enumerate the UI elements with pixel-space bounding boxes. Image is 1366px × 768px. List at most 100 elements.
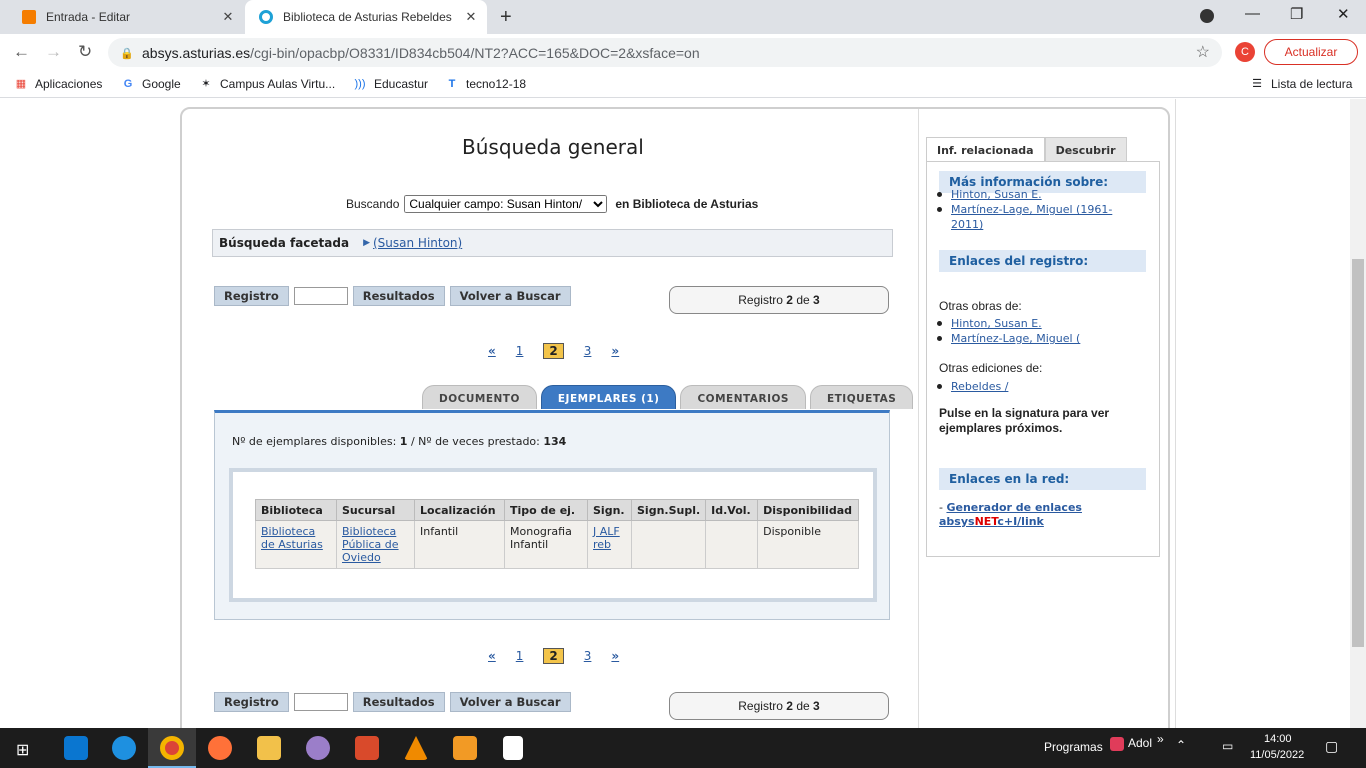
windows-start-icon[interactable]: ⊞ <box>16 740 29 760</box>
record-counter: Registro 2 de 3 <box>669 692 889 720</box>
tab-comentarios[interactable]: COMENTARIOS <box>680 385 806 409</box>
facet-link[interactable]: (Susan Hinton) <box>373 236 462 250</box>
author-link[interactable]: Hinton, Susan E. <box>951 317 1042 330</box>
pager-page-3[interactable]: 3 <box>584 649 592 663</box>
pager-first[interactable]: « <box>488 344 496 358</box>
scrollbar-thumb[interactable] <box>1352 259 1364 647</box>
registro-input[interactable] <box>293 693 348 711</box>
bookmark-apps[interactable]: ▦ Aplicaciones <box>15 77 103 91</box>
translator-link[interactable]: Martínez-Lage, Miguel (1961-2011) <box>951 203 1112 231</box>
edition-link[interactable]: Rebeldes / <box>951 380 1008 393</box>
tab-strip: Entrada - Editar ✕ Biblioteca de Asturia… <box>0 0 1366 34</box>
new-tab-icon[interactable]: + <box>500 6 512 29</box>
pager-page-3[interactable]: 3 <box>584 344 592 358</box>
chevron-up-icon[interactable]: ⌃ <box>1176 738 1186 752</box>
bookmark-tecno[interactable]: Ttecno12-18 <box>446 77 526 91</box>
edge-icon[interactable] <box>64 736 88 760</box>
col-sign-supl: Sign.Supl. <box>630 499 707 521</box>
copies-table: Biblioteca Sucursal Localización Tipo de… <box>255 499 860 569</box>
ie-icon[interactable] <box>112 736 136 760</box>
registro-input[interactable] <box>293 287 348 305</box>
tab-etiquetas[interactable]: ETIQUETAS <box>809 385 914 409</box>
pager-first[interactable]: « <box>488 649 496 663</box>
reading-list[interactable]: ☰ Lista de lectura <box>1251 77 1352 91</box>
update-button[interactable]: Actualizar <box>1264 39 1358 65</box>
taskbar: ⊞ Programas Adol » ⌃ ▭ 14:00 11/05/2022 … <box>0 728 1366 768</box>
bookmark-star-icon[interactable]: ☆ <box>1196 42 1210 62</box>
tab-biblioteca[interactable]: Biblioteca de Asturias Rebeldes ✕ <box>245 0 487 34</box>
window-close-icon[interactable]: ✕ <box>1337 5 1350 23</box>
forward-icon[interactable]: → <box>45 42 62 62</box>
pager-last[interactable]: » <box>611 649 619 663</box>
faceted-search-bar: Búsqueda facetada ▶ (Susan Hinton) <box>212 229 893 257</box>
app-icon[interactable] <box>355 736 379 760</box>
available-count: 1 <box>399 435 408 448</box>
volver-buscar-button[interactable]: Volver a Buscar <box>449 286 571 306</box>
adol-label[interactable]: Adol <box>1128 736 1152 750</box>
clock-date[interactable]: 11/05/2022 <box>1250 749 1304 761</box>
media-player-icon[interactable] <box>453 736 477 760</box>
signatura-link[interactable]: J ALF reb <box>593 525 620 551</box>
chrome-icon[interactable] <box>160 736 184 760</box>
vlc-icon[interactable] <box>404 736 428 760</box>
table-header-row: Biblioteca Sucursal Localización Tipo de… <box>255 499 860 521</box>
bookmark-educastur[interactable]: ))) Educastur <box>354 77 429 91</box>
biblioteca-link[interactable]: Biblioteca de Asturias <box>261 525 323 551</box>
close-icon[interactable]: ✕ <box>463 9 479 25</box>
adol-icon[interactable] <box>1110 737 1124 751</box>
pager-last[interactable]: » <box>611 344 619 358</box>
tab-descubrir[interactable]: Descubrir <box>1044 137 1127 161</box>
registro-button[interactable]: Registro <box>214 692 289 712</box>
back-icon[interactable]: ← <box>13 42 30 62</box>
facet-label: Búsqueda facetada <box>219 236 350 250</box>
calculator-icon[interactable] <box>503 736 523 760</box>
search-row: Buscando Cualquier campo: Susan Hinton/ … <box>346 195 758 213</box>
minimize-icon[interactable]: — <box>1245 5 1260 22</box>
file-explorer-icon[interactable] <box>257 736 281 760</box>
resultados-button[interactable]: Resultados <box>352 286 445 306</box>
educastur-icon: ))) <box>354 78 366 90</box>
bookmark-google[interactable]: G Google <box>122 77 181 91</box>
campus-icon: ✶ <box>201 78 211 90</box>
network-icon[interactable]: ▭ <box>1222 739 1233 753</box>
cell-sign-supl <box>630 520 707 569</box>
sidebar-tabs: Inf. relacionada Descubrir <box>926 137 1127 161</box>
tab-ejemplares[interactable]: EJEMPLARES (1) <box>540 385 677 409</box>
translator-link[interactable]: Martínez-Lage, Miguel ( <box>951 332 1080 345</box>
profile-menu-icon[interactable] <box>1200 9 1214 23</box>
record-tabs: DOCUMENTO EJEMPLARES (1) COMENTARIOS ETI… <box>422 385 917 409</box>
generator-link[interactable]: Generador de enlaces absysNETc+I/link <box>939 501 1082 528</box>
otras-ediciones-list: Rebeldes / <box>936 379 1008 394</box>
tab-blogger[interactable]: Entrada - Editar ✕ <box>8 0 244 34</box>
registro-button[interactable]: Registro <box>214 286 289 306</box>
col-localizacion: Localización <box>414 499 505 521</box>
list-item: Rebeldes / <box>936 379 1008 394</box>
sidebar-panel: Más información sobre: Hinton, Susan E. … <box>926 161 1160 557</box>
clock-time[interactable]: 14:00 <box>1264 733 1292 745</box>
tab-inf-relacionada[interactable]: Inf. relacionada <box>926 137 1045 161</box>
chevron-right-icon[interactable]: » <box>1157 732 1164 746</box>
volver-buscar-button[interactable]: Volver a Buscar <box>449 692 571 712</box>
pager-current: 2 <box>543 343 564 359</box>
firefox-icon[interactable] <box>208 736 232 760</box>
scrollbar[interactable] <box>1350 99 1366 728</box>
paint-icon[interactable] <box>306 736 330 760</box>
pager-page-1[interactable]: 1 <box>516 649 524 663</box>
close-icon[interactable]: ✕ <box>220 9 236 25</box>
enlaces-red-heading: Enlaces en la red: <box>939 468 1146 490</box>
author-link[interactable]: Hinton, Susan E. <box>951 188 1042 201</box>
notifications-icon[interactable]: ▢ <box>1325 738 1338 755</box>
search-select[interactable]: Cualquier campo: Susan Hinton/ <box>404 195 608 213</box>
address-bar[interactable]: 🔒 absys.asturias.es/cgi-bin/opacbp/O8331… <box>108 38 1222 67</box>
resultados-button[interactable]: Resultados <box>352 692 445 712</box>
programs-label[interactable]: Programas <box>1044 740 1103 754</box>
reload-icon[interactable]: ↻ <box>78 42 92 62</box>
avatar[interactable]: C <box>1235 42 1255 62</box>
divider <box>918 109 919 728</box>
sucursal-link[interactable]: Biblioteca Pública de Oviedo <box>342 525 399 564</box>
bookmark-campus[interactable]: ✶ Campus Aulas Virtu... <box>200 77 335 91</box>
tab-documento[interactable]: DOCUMENTO <box>422 385 537 409</box>
pager-page-1[interactable]: 1 <box>516 344 524 358</box>
restore-icon[interactable]: ❐ <box>1290 5 1303 23</box>
triangle-right-icon: ▶ <box>363 238 370 248</box>
